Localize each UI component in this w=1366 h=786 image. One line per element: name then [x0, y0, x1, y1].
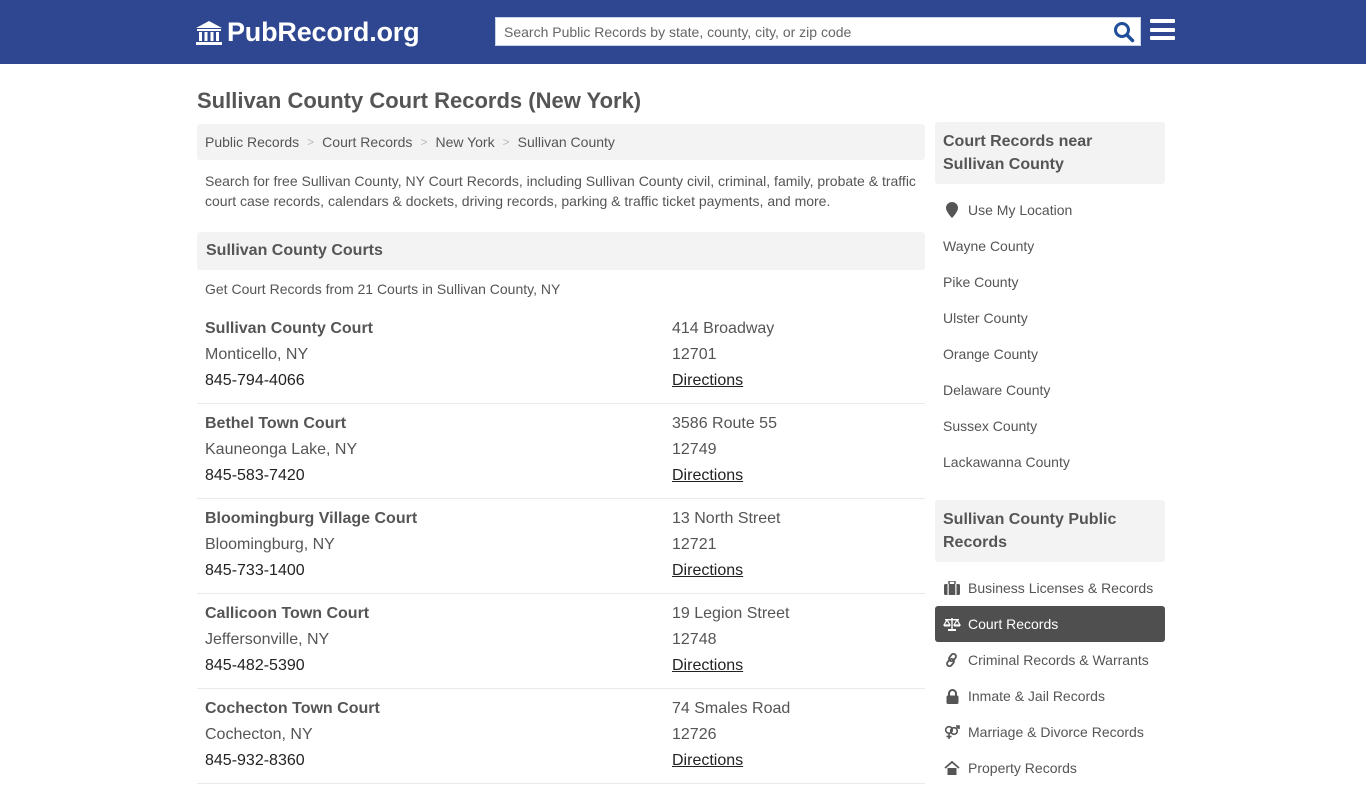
county-label: Ulster County — [943, 310, 1028, 326]
county-label: Sussex County — [943, 418, 1038, 434]
search-input[interactable] — [496, 18, 1106, 45]
top-navigation-bar: PubRecord.org — [0, 0, 1366, 64]
hamburger-icon — [1150, 19, 1175, 40]
courts-section-subheading: Get Court Records from 21 Courts in Sull… — [205, 281, 561, 297]
directions-link[interactable]: Directions — [672, 467, 743, 484]
court-city: Cochecton, NY — [205, 726, 313, 743]
sidebar-item-criminal-records[interactable]: Criminal Records & Warrants — [935, 642, 1165, 678]
court-phone[interactable]: 845-932-8360 — [205, 751, 380, 777]
home-icon — [943, 760, 961, 776]
court-city: Monticello, NY — [205, 346, 309, 363]
court-phone[interactable]: 845-583-7420 — [205, 466, 357, 492]
site-logo[interactable]: PubRecord.org — [195, 17, 420, 48]
court-city: Jeffersonville, NY — [205, 631, 330, 648]
breadcrumb-new-york[interactable]: New York — [435, 134, 494, 150]
court-address: 19 Legion Street — [672, 605, 790, 622]
breadcrumb-public-records[interactable]: Public Records — [205, 134, 299, 150]
court-name[interactable]: Callicoon Town Court — [205, 604, 369, 630]
breadcrumb: Public Records > Court Records > New Yor… — [197, 124, 925, 160]
search-button[interactable] — [1112, 20, 1136, 44]
nearby-list: Use My Location Wayne County Pike County… — [935, 184, 1165, 480]
directions-link[interactable]: Directions — [672, 752, 743, 769]
nearby-county-link[interactable]: Delaware County — [935, 372, 1165, 408]
public-records-heading: Sullivan County Public Records — [935, 500, 1165, 562]
nearby-county-link[interactable]: Pike County — [935, 264, 1165, 300]
map-marker-icon — [943, 202, 961, 218]
search-bar — [495, 17, 1141, 46]
court-item: Callicoon Town Court Jeffersonville, NY … — [197, 594, 925, 689]
county-label: Delaware County — [943, 382, 1051, 398]
public-records-list: Business Licenses & Records Court Record… — [935, 562, 1165, 786]
breadcrumb-separator: > — [307, 135, 315, 149]
court-name[interactable]: Cochecton Town Court — [205, 699, 380, 725]
nearby-county-link[interactable]: Sussex County — [935, 408, 1165, 444]
county-label: Wayne County — [943, 238, 1035, 254]
page-title: Sullivan County Court Records (New York) — [197, 88, 642, 113]
menu-button[interactable] — [1150, 19, 1175, 42]
nearby-county-link[interactable]: Wayne County — [935, 228, 1165, 264]
court-name[interactable]: Bloomingburg Village Court — [205, 509, 417, 535]
logo-text: PubRecord.org — [227, 17, 420, 47]
sidebar-item-property-records[interactable]: Property Records — [935, 750, 1165, 786]
sidebar-item-marriage-divorce[interactable]: Marriage & Divorce Records — [935, 714, 1165, 750]
sidebar-item-court-records[interactable]: Court Records — [935, 606, 1165, 642]
breadcrumb-court-records[interactable]: Court Records — [322, 134, 412, 150]
court-item: Cochecton Town Court Cochecton, NY 845-9… — [197, 689, 925, 784]
court-list: Sullivan County Court Monticello, NY 845… — [197, 309, 925, 784]
sidebar-item-business-licenses[interactable]: Business Licenses & Records — [935, 570, 1165, 606]
breadcrumb-separator: > — [420, 135, 428, 149]
nearby-heading: Court Records near Sullivan County — [935, 122, 1165, 184]
nearby-county-link[interactable]: Lackawanna County — [935, 444, 1165, 480]
county-label: Orange County — [943, 346, 1038, 362]
sidebar: Court Records near Sullivan County Use M… — [935, 122, 1165, 786]
court-address: 13 North Street — [672, 510, 781, 527]
court-item: Bloomingburg Village Court Bloomingburg,… — [197, 499, 925, 594]
court-item: Sullivan County Court Monticello, NY 845… — [197, 309, 925, 404]
court-zip: 12748 — [672, 631, 717, 648]
nearby-county-link[interactable]: Ulster County — [935, 300, 1165, 336]
breadcrumb-sullivan-county[interactable]: Sullivan County — [518, 134, 615, 150]
court-phone[interactable]: 845-482-5390 — [205, 656, 369, 682]
nearby-county-link[interactable]: Orange County — [935, 336, 1165, 372]
court-phone[interactable]: 845-733-1400 — [205, 561, 417, 587]
scales-icon — [943, 616, 961, 632]
breadcrumb-separator: > — [502, 135, 510, 149]
court-zip: 12721 — [672, 536, 717, 553]
gender-icon — [943, 724, 961, 740]
court-phone[interactable]: 845-794-4066 — [205, 371, 373, 397]
courts-section-heading: Sullivan County Courts — [197, 232, 925, 270]
sidebar-item-label: Criminal Records & Warrants — [968, 652, 1149, 668]
use-my-location-label: Use My Location — [968, 202, 1073, 218]
sidebar-item-label: Marriage & Divorce Records — [968, 724, 1144, 740]
sidebar-item-label: Court Records — [968, 616, 1059, 632]
directions-link[interactable]: Directions — [672, 657, 743, 674]
county-label: Lackawanna County — [943, 454, 1070, 470]
court-city: Kauneonga Lake, NY — [205, 441, 358, 458]
briefcase-icon — [943, 580, 961, 596]
sidebar-item-label: Business Licenses & Records — [968, 580, 1154, 596]
court-zip: 12726 — [672, 726, 717, 743]
search-icon — [1114, 22, 1135, 43]
county-label: Pike County — [943, 274, 1019, 290]
sidebar-item-label: Property Records — [968, 760, 1077, 776]
directions-link[interactable]: Directions — [672, 372, 743, 389]
lock-icon — [943, 688, 961, 704]
sidebar-item-inmate-records[interactable]: Inmate & Jail Records — [935, 678, 1165, 714]
court-item: Bethel Town Court Kauneonga Lake, NY 845… — [197, 404, 925, 499]
court-name[interactable]: Bethel Town Court — [205, 414, 357, 440]
court-name[interactable]: Sullivan County Court — [205, 319, 373, 345]
sidebar-item-label: Inmate & Jail Records — [968, 688, 1105, 704]
court-address: 3586 Route 55 — [672, 415, 777, 432]
court-address: 414 Broadway — [672, 320, 775, 337]
court-city: Bloomingburg, NY — [205, 536, 335, 553]
court-address: 74 Smales Road — [672, 700, 791, 717]
intro-text: Search for free Sullivan County, NY Cour… — [205, 173, 916, 209]
court-zip: 12701 — [672, 346, 717, 363]
use-my-location-button[interactable]: Use My Location — [935, 192, 1165, 228]
link-icon — [943, 652, 961, 668]
court-zip: 12749 — [672, 441, 717, 458]
directions-link[interactable]: Directions — [672, 562, 743, 579]
courthouse-icon — [196, 20, 222, 45]
